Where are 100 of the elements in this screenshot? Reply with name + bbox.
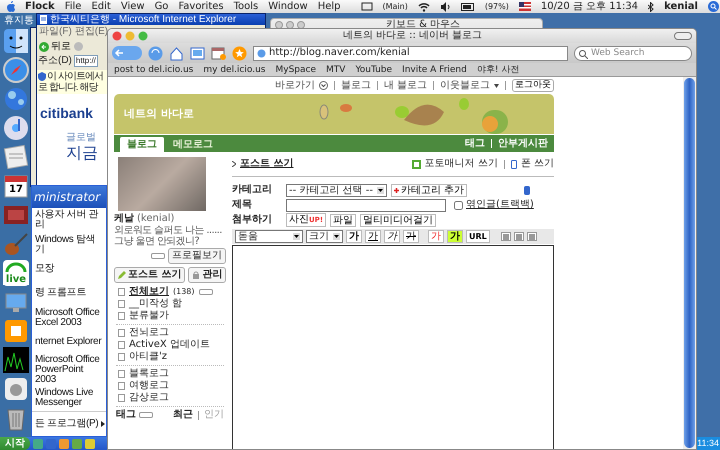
- add-category-button[interactable]: 카테고리 추가: [390, 184, 468, 196]
- tab[interactable]: 최근: [173, 409, 193, 421]
- menu-item[interactable]: File: [64, 0, 82, 12]
- category-link[interactable]: 블록로그: [129, 368, 169, 380]
- category-link[interactable]: 아티클'z: [129, 351, 167, 363]
- menu-item[interactable]: 든 프로그램(P): [35, 418, 98, 429]
- write-post-button[interactable]: 포스트 쓰기: [114, 267, 186, 283]
- menu-item[interactable]: 편집(E): [74, 26, 108, 38]
- user-name[interactable]: kenial: [664, 0, 698, 12]
- attach-button[interactable]: 파일: [330, 214, 356, 226]
- menu-item[interactable]: Favorites: [178, 0, 224, 12]
- bookmark-link[interactable]: MTV: [326, 64, 346, 76]
- trackback-link[interactable]: 엮인글(트랙백): [466, 199, 534, 211]
- address-field[interactable]: http://: [74, 55, 98, 67]
- home-icon[interactable]: [169, 46, 184, 60]
- music-icon[interactable]: [3, 115, 29, 141]
- bookmark-link[interactable]: MySpace: [275, 64, 316, 76]
- photo-icon[interactable]: [412, 160, 421, 168]
- bold-button[interactable]: 가: [346, 230, 362, 243]
- strikethrough-button[interactable]: 가: [403, 230, 419, 243]
- menu-item[interactable]: Edit: [91, 0, 111, 12]
- tab[interactable]: 블로그: [120, 137, 164, 152]
- apple-icon[interactable]: [6, 1, 15, 12]
- title-input[interactable]: [286, 198, 446, 212]
- menu-item[interactable]: Microsoft Office PowerPoint 2003: [35, 355, 105, 386]
- menu-item[interactable]: Tools: [234, 0, 258, 12]
- link-button[interactable]: URL: [466, 230, 490, 243]
- back-button[interactable]: 뒤로: [39, 40, 71, 52]
- underline-button[interactable]: 가: [365, 230, 381, 243]
- mini-badge-icon[interactable]: [139, 412, 153, 418]
- text-color-button[interactable]: 가: [428, 230, 444, 243]
- menu-item[interactable]: View: [120, 0, 145, 12]
- category-link[interactable]: 분류불가: [129, 310, 169, 322]
- bookmark-link[interactable]: my del.icio.us: [203, 64, 266, 76]
- tab[interactable]: 메모로그: [166, 137, 220, 152]
- face-icon[interactable]: [3, 28, 29, 54]
- scrollbar-thumb[interactable]: [684, 78, 695, 448]
- category-link[interactable]: 전체보기: [129, 286, 169, 298]
- toolbar-toggle-icon[interactable]: [674, 32, 692, 40]
- menu-item[interactable]: nternet Explorer: [35, 337, 102, 348]
- trackback-checkbox[interactable]: [454, 200, 463, 210]
- nav-link[interactable]: 이웃블로그: [440, 80, 490, 92]
- menu-item[interactable]: Window: [268, 0, 308, 12]
- phone-icon[interactable]: [510, 160, 517, 168]
- align-icon[interactable]: [526, 232, 537, 241]
- back-forward-icon[interactable]: [112, 45, 142, 61]
- nav-link[interactable]: 태그: [465, 138, 485, 150]
- apple-icon[interactable]: [3, 376, 29, 402]
- manage-button[interactable]: 관리: [188, 267, 226, 283]
- graph-icon[interactable]: [3, 347, 29, 373]
- flag-icon[interactable]: [518, 2, 531, 11]
- logout-button[interactable]: 로그아웃: [512, 79, 554, 92]
- reload-icon[interactable]: [148, 46, 163, 60]
- size-select[interactable]: 크기: [306, 230, 343, 243]
- attach-button[interactable]: 멀티미디어걸기: [360, 214, 436, 226]
- nav-link[interactable]: 안부게시판: [498, 138, 548, 150]
- bookmark-link[interactable]: Invite A Friend: [402, 64, 467, 76]
- guitar-icon[interactable]: [3, 231, 29, 257]
- mini-badge-icon[interactable]: [151, 253, 165, 259]
- window-icon[interactable]: [190, 46, 205, 60]
- align-icon[interactable]: [500, 232, 511, 241]
- office-icon[interactable]: [3, 318, 29, 344]
- bookmark-link[interactable]: post to del.icio.us: [114, 64, 194, 76]
- nav-link[interactable]: 내 블로그: [384, 80, 427, 92]
- category-select[interactable]: -- 카테고리 선택 --: [286, 184, 387, 196]
- menu-item[interactable]: 령 프롬프트: [35, 288, 86, 298]
- chevron-icon[interactable]: [318, 81, 328, 90]
- font-select[interactable]: 돋움: [235, 230, 303, 243]
- menu-item[interactable]: 파일(F): [39, 26, 72, 38]
- menu-item[interactable]: Microsoft Office Excel 2003: [35, 308, 105, 328]
- document-icon[interactable]: [3, 144, 29, 170]
- bluetooth-icon[interactable]: [648, 2, 654, 12]
- editor-link[interactable]: 포토매니저 쓰기: [424, 158, 498, 170]
- category-link[interactable]: 전뇌로그: [129, 327, 169, 339]
- menu-item[interactable]: Windows 탐색기: [35, 234, 105, 255]
- menu-item[interactable]: Go: [154, 0, 168, 12]
- category-link[interactable]: 여행로그: [129, 380, 169, 392]
- category-link[interactable]: __미작성 함: [129, 298, 182, 310]
- menu-item[interactable]: 모장: [35, 264, 54, 274]
- italic-button[interactable]: 가: [384, 230, 400, 243]
- menu-item[interactable]: Flock: [25, 0, 55, 12]
- profile-button[interactable]: 프로필보기: [168, 248, 226, 264]
- menu-item[interactable]: Windows Live Messenger: [35, 388, 105, 408]
- search-field[interactable]: Web Search: [574, 46, 692, 60]
- wifi-icon[interactable]: [418, 2, 430, 12]
- nav-link[interactable]: 블로그: [340, 80, 371, 92]
- mini-badge-icon[interactable]: [198, 289, 213, 295]
- category-link[interactable]: ActiveX 업데이트: [129, 339, 210, 351]
- bookmark-link[interactable]: YouTube: [355, 64, 392, 76]
- battery-icon[interactable]: [460, 2, 475, 10]
- bookmark-link[interactable]: 야후! 사전: [476, 64, 520, 76]
- menu-item[interactable]: 사용자 서버 관리: [35, 210, 105, 230]
- speaker-icon[interactable]: [440, 2, 451, 12]
- highlight-button[interactable]: 가: [447, 230, 463, 243]
- start-button[interactable]: 시작: [0, 437, 30, 450]
- category-link[interactable]: 감상로그: [129, 392, 169, 404]
- menu-item[interactable]: Help: [318, 0, 340, 12]
- address-field[interactable]: http://blog.naver.com/kenial: [253, 46, 568, 60]
- editor-link[interactable]: 폰 쓰기: [520, 158, 554, 170]
- calendar-icon[interactable]: [3, 173, 29, 199]
